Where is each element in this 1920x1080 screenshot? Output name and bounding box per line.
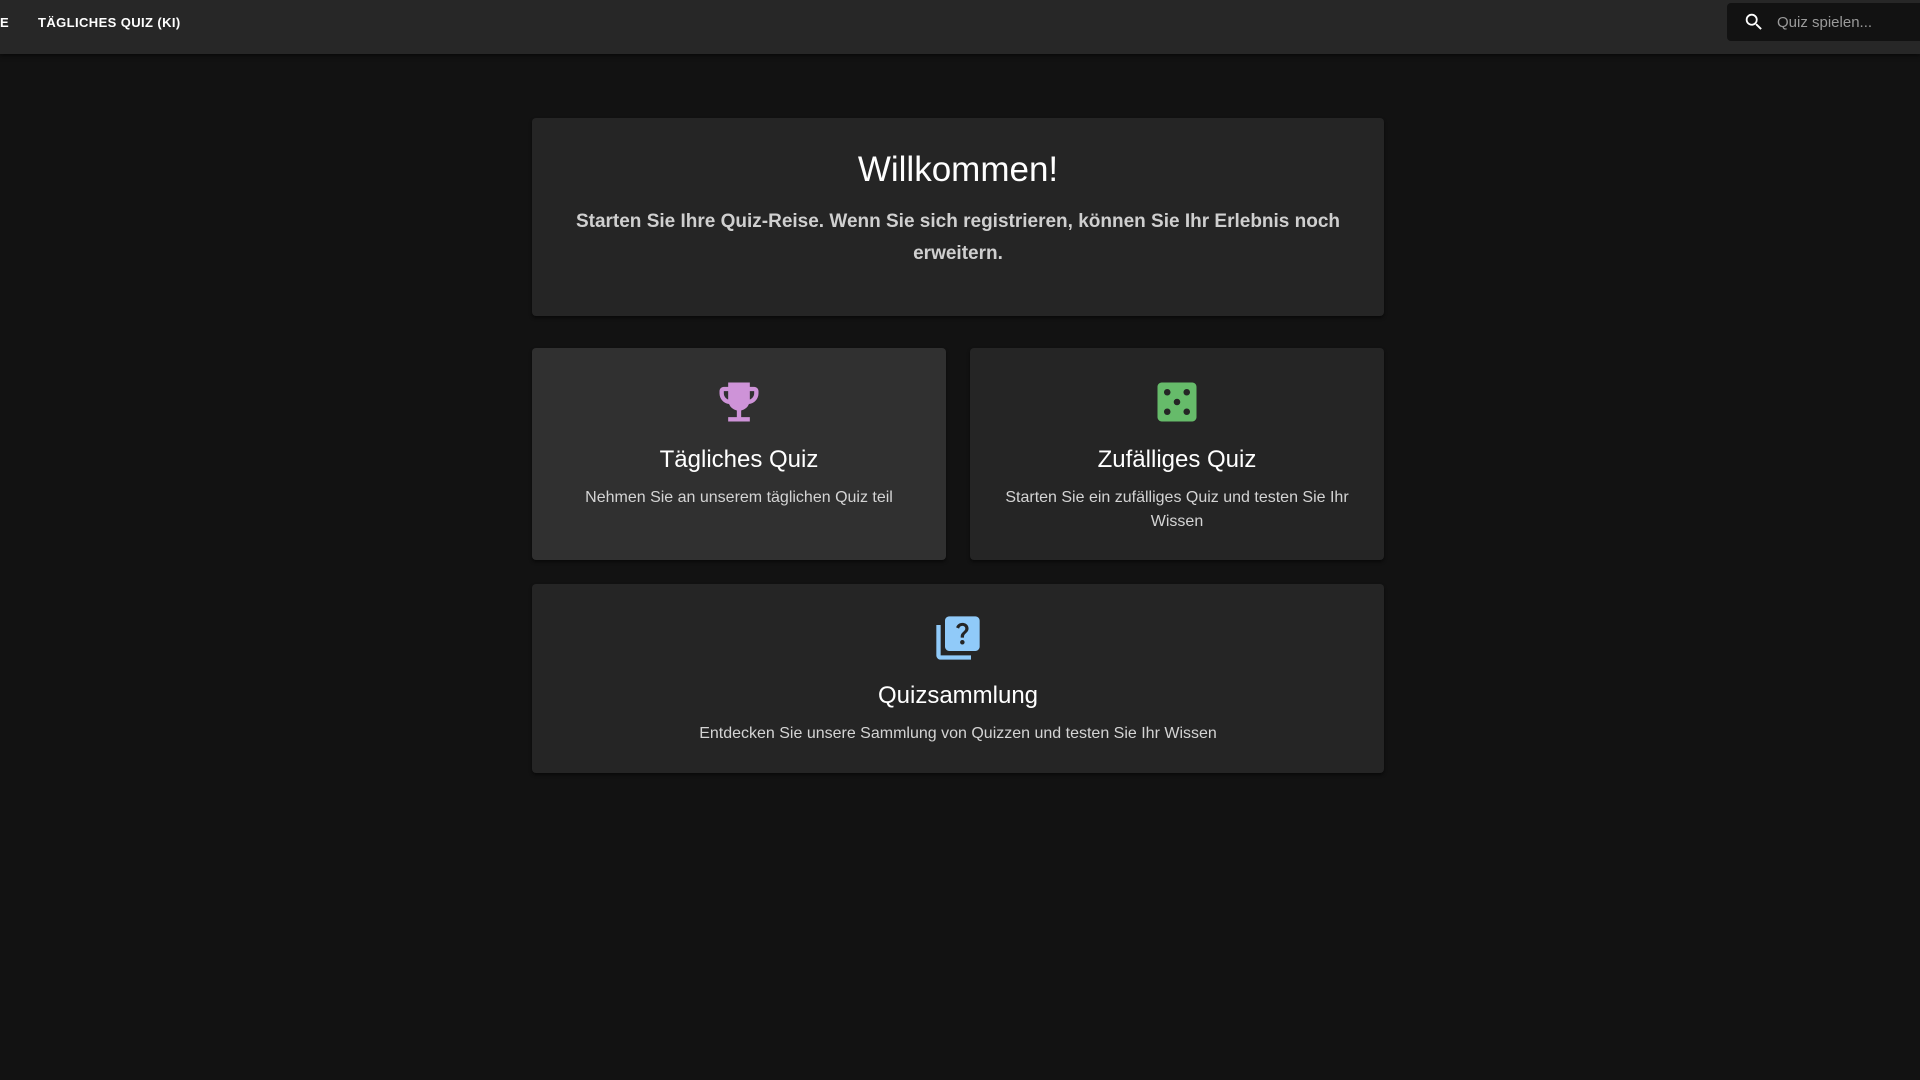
- random-quiz-card[interactable]: Zufälliges Quiz Starten Sie ein zufällig…: [970, 348, 1384, 560]
- card-description: Nehmen Sie an unserem täglichen Quiz tei…: [585, 489, 893, 506]
- card-title: Tägliches Quiz: [659, 446, 819, 473]
- main-content: Willkommen! Starten Sie Ihre Quiz-Reise.…: [532, 118, 1384, 773]
- welcome-title: Willkommen!: [857, 150, 1059, 189]
- daily-quiz-card[interactable]: Tägliches Quiz Nehmen Sie an unserem täg…: [532, 348, 946, 560]
- welcome-card: Willkommen! Starten Sie Ihre Quiz-Reise.…: [532, 118, 1384, 316]
- card-title: Quizsammlung: [877, 682, 1039, 709]
- quiz-options-grid: Tägliches Quiz Nehmen Sie an unserem täg…: [532, 348, 1384, 773]
- search-box[interactable]: [1727, 3, 1920, 41]
- nav-item-partial[interactable]: E: [0, 0, 9, 44]
- dice-icon: [1151, 376, 1203, 428]
- card-title: Zufälliges Quiz: [1097, 446, 1257, 473]
- app-bar: E Tägliches Quiz (KI): [0, 0, 1920, 54]
- quiz-collection-card[interactable]: Quizsammlung Entdecken Sie unsere Sammlu…: [532, 584, 1384, 773]
- card-description: Entdecken Sie unsere Sammlung von Quizze…: [699, 725, 1217, 742]
- search-icon[interactable]: [1743, 11, 1765, 33]
- quiz-collection-icon: [932, 612, 984, 664]
- nav-item-daily-quiz[interactable]: Tägliches Quiz (KI): [38, 0, 181, 44]
- trophy-icon: [713, 376, 765, 428]
- card-description: Starten Sie ein zufälliges Quiz und test…: [1005, 489, 1349, 530]
- welcome-subtitle: Starten Sie Ihre Quiz-Reise. Wenn Sie si…: [575, 211, 1341, 264]
- search-input[interactable]: [1775, 12, 1915, 32]
